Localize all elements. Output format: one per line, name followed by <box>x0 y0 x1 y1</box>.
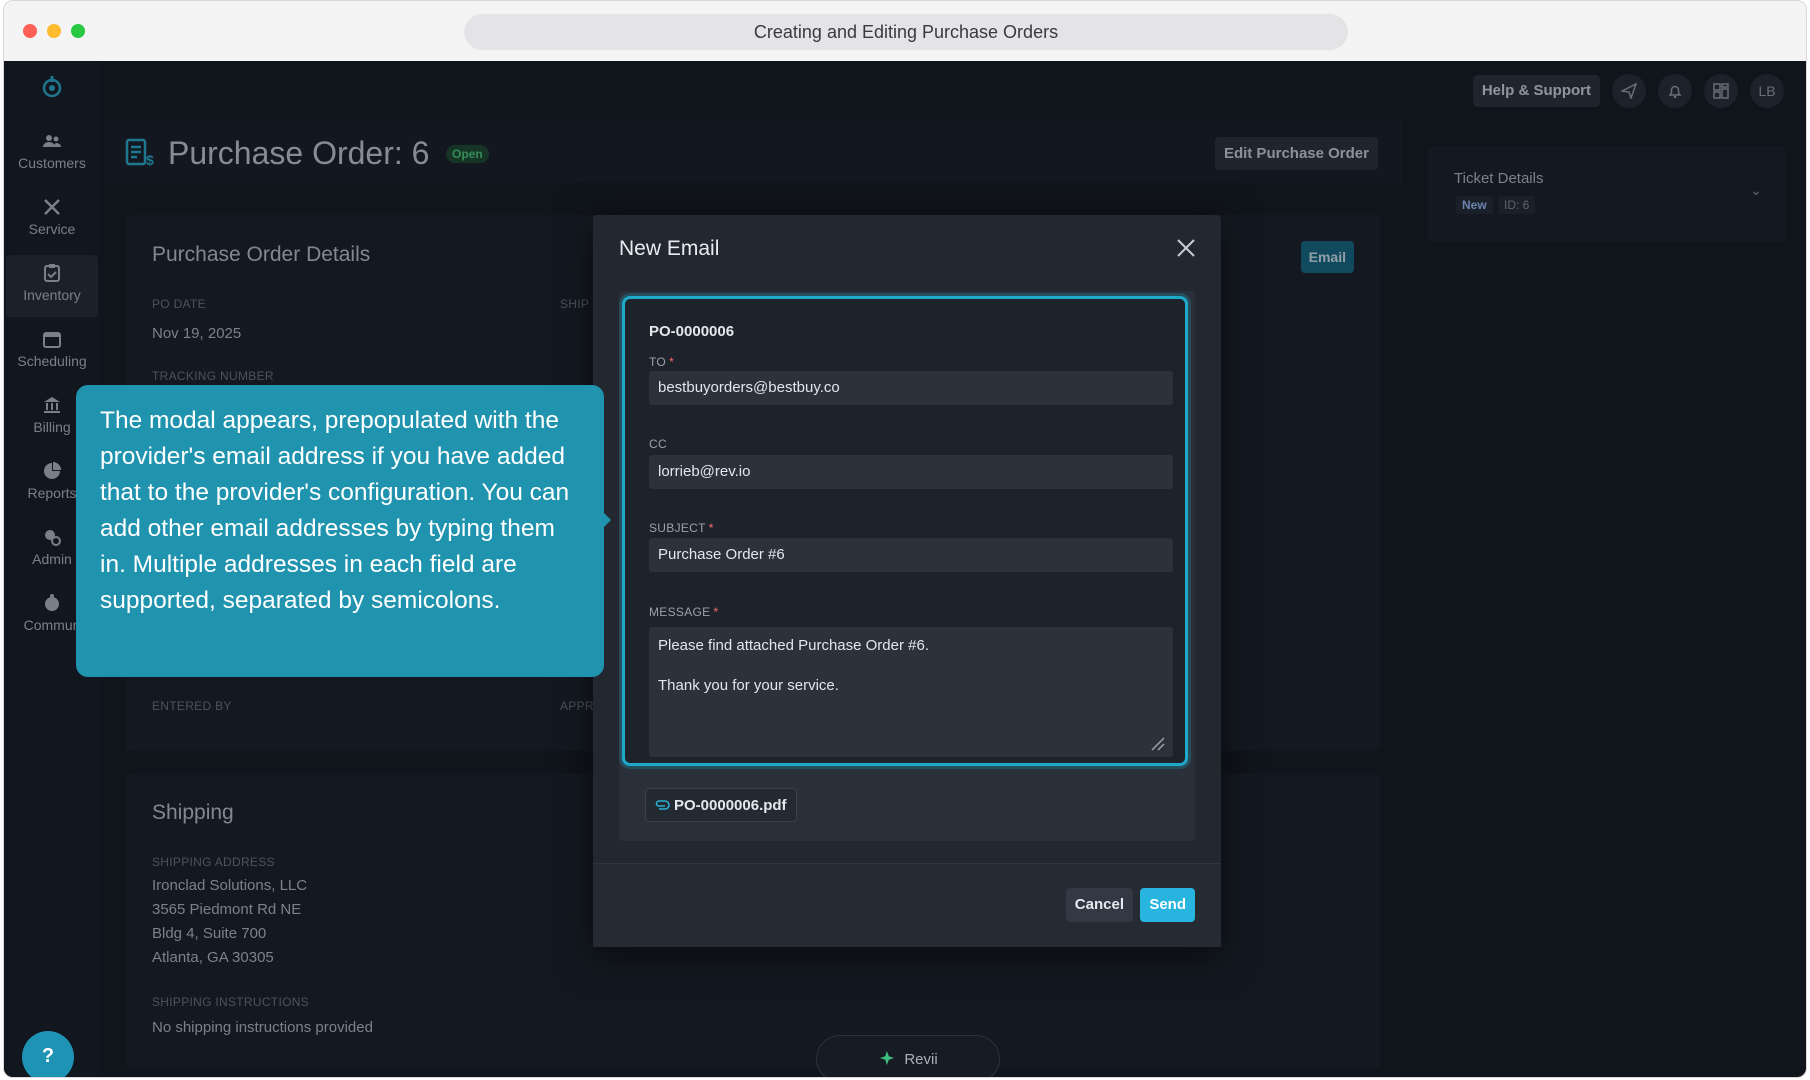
message-line: Please find attached Purchase Order #6. <box>658 637 929 654</box>
required-mark: * <box>708 521 714 535</box>
attachment-chip[interactable]: PO-0000006.pdf <box>645 788 797 822</box>
message-label-text: MESSAGE <box>649 605 711 619</box>
to-label-text: TO <box>649 355 667 369</box>
message-textarea[interactable]: Please find attached Purchase Order #6. … <box>649 627 1173 757</box>
help-button[interactable]: ? <box>22 1031 74 1077</box>
revii-label: Revii <box>904 1050 938 1068</box>
to-field[interactable]: bestbuyorders@bestbuy.co <box>649 371 1173 405</box>
paperclip-icon <box>655 800 670 810</box>
new-email-modal: New Email PO-0000006 TO * bestbuyorders@b… <box>593 215 1221 947</box>
browser-window: Creating and Editing Purchase Orders Cus… <box>3 0 1807 1078</box>
subject-label: SUBJECT * <box>649 521 714 535</box>
subject-label-text: SUBJECT <box>649 521 706 535</box>
revii-assistant-button[interactable]: Revii <box>816 1035 1000 1077</box>
tooltip-arrow <box>602 511 611 529</box>
modal-title: New Email <box>619 237 720 260</box>
po-number: PO-0000006 <box>649 323 735 340</box>
title-bar: Creating and Editing Purchase Orders <box>4 1 1806 61</box>
cc-label: CC <box>649 437 667 451</box>
address-bar[interactable]: Creating and Editing Purchase Orders <box>464 14 1348 50</box>
tutorial-tooltip: The modal appears, prepopulated with the… <box>76 385 604 677</box>
email-form-highlight: PO-0000006 TO * bestbuyorders@bestbuy.co … <box>622 296 1188 766</box>
maximize-window-button[interactable] <box>71 24 85 38</box>
required-mark: * <box>713 605 719 619</box>
sparkle-icon <box>880 1051 895 1065</box>
attachment-name: PO-0000006.pdf <box>674 796 787 814</box>
close-window-button[interactable] <box>23 24 37 38</box>
app-root: Customers Service Inventory Scheduling B… <box>4 61 1806 1077</box>
modal-footer: Cancel Send <box>593 863 1221 947</box>
modal-body: PO-0000006 TO * bestbuyorders@bestbuy.co … <box>619 291 1195 841</box>
subject-field[interactable]: Purchase Order #6 <box>649 538 1173 572</box>
send-button[interactable]: Send <box>1140 888 1195 922</box>
minimize-window-button[interactable] <box>47 24 61 38</box>
cancel-button[interactable]: Cancel <box>1065 888 1133 922</box>
resize-handle-icon[interactable] <box>1149 735 1165 751</box>
close-icon[interactable] <box>1175 237 1197 259</box>
message-line: Thank you for your service. <box>658 677 839 694</box>
required-mark: * <box>669 355 675 369</box>
to-label: TO * <box>649 355 674 369</box>
cc-field[interactable]: lorrieb@rev.io <box>649 455 1173 489</box>
message-label: MESSAGE * <box>649 605 718 619</box>
